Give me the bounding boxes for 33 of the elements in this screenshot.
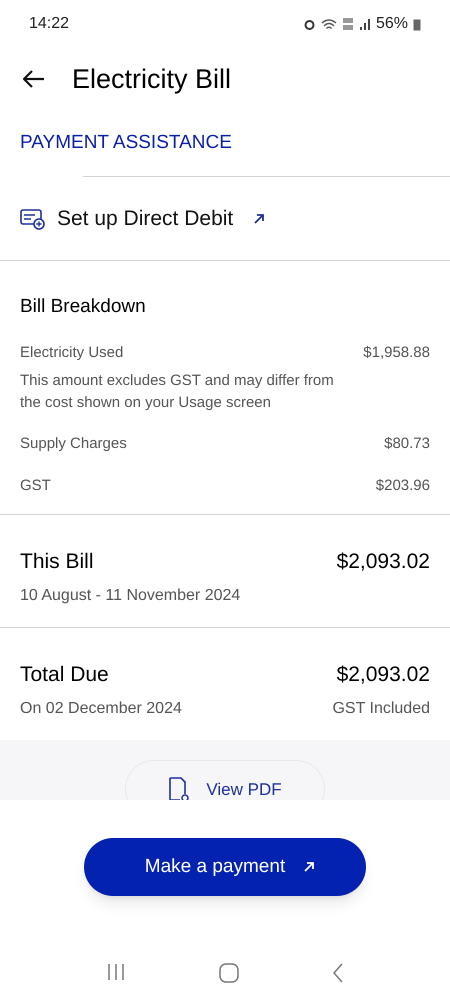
signal-icon bbox=[358, 18, 371, 30]
external-link-icon bbox=[253, 212, 266, 224]
make-payment-button[interactable]: Make a payment bbox=[84, 838, 366, 896]
charge-amount: $1,958.88 bbox=[363, 342, 430, 362]
payment-assistance-link[interactable]: PAYMENT ASSISTANCE bbox=[20, 128, 232, 158]
bill-period: 10 August - 11 November 2024 bbox=[20, 586, 240, 606]
total-due-amount: $2,093.02 bbox=[336, 662, 430, 688]
external-link-icon bbox=[303, 861, 316, 873]
document-search-icon bbox=[168, 777, 190, 800]
page-title: Electricity Bill bbox=[72, 62, 232, 96]
charge-note: This amount excludes GST and may differ from the cost shown on your Usage screen bbox=[20, 371, 335, 413]
wifi-icon bbox=[320, 18, 337, 30]
charge-label: Electricity Used bbox=[20, 342, 124, 362]
back-arrow-icon bbox=[23, 70, 45, 88]
battery-percent: 56% bbox=[376, 14, 408, 34]
recent-apps-icon[interactable] bbox=[106, 963, 126, 981]
total-due-label: Total Due bbox=[20, 662, 109, 688]
due-date: On 02 December 2024 bbox=[20, 698, 182, 718]
charge-label: GST bbox=[20, 476, 51, 496]
back-icon[interactable] bbox=[332, 963, 344, 983]
tax-note: GST Included bbox=[332, 698, 430, 718]
charge-amount: $203.96 bbox=[376, 476, 430, 496]
home-icon[interactable] bbox=[218, 963, 239, 983]
this-bill-label: This Bill bbox=[20, 549, 94, 575]
battery-icon bbox=[413, 18, 421, 30]
view-pdf-button[interactable]: View PDF bbox=[125, 760, 325, 800]
this-bill-amount: $2,093.02 bbox=[336, 549, 430, 575]
section-title: Bill Breakdown bbox=[20, 295, 147, 319]
card-add-icon bbox=[20, 208, 45, 230]
direct-debit-link[interactable]: Set up Direct Debit bbox=[57, 202, 234, 234]
charge-label: Supply Charges bbox=[20, 434, 127, 454]
charge-amount: $80.73 bbox=[384, 434, 430, 454]
status-time: 14:22 bbox=[29, 14, 70, 34]
